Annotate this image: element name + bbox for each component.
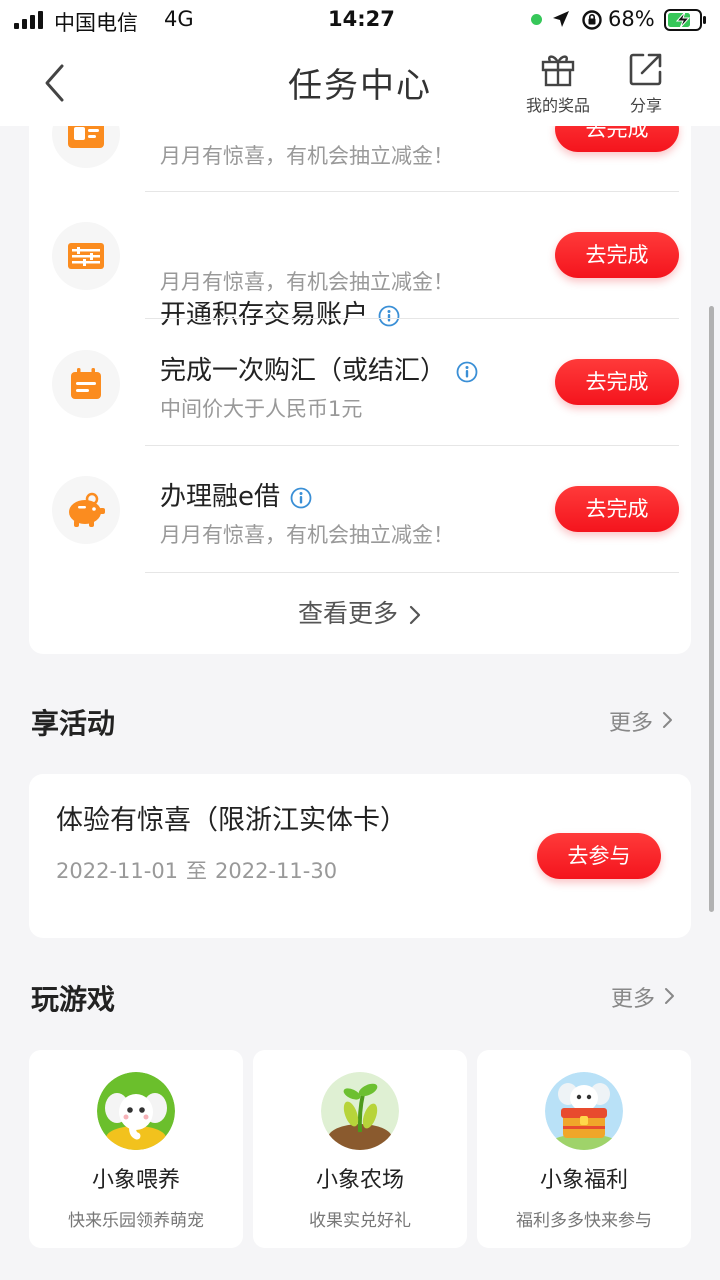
share-icon	[629, 53, 662, 86]
task-icon-bg	[52, 350, 120, 418]
calendar-icon	[71, 368, 101, 399]
task-title-text: 办理融e借	[160, 482, 280, 512]
elephant-feeding-avatar	[97, 1072, 175, 1150]
task-title: 开通积存交易账户	[160, 294, 400, 331]
chevron-right-icon	[409, 605, 421, 625]
activities-section-title: 享活动	[31, 707, 116, 740]
task-icon-bg	[52, 222, 120, 290]
scrollbar[interactable]	[709, 306, 714, 912]
divider	[145, 572, 679, 573]
battery-charging-icon	[664, 9, 706, 31]
info-icon[interactable]	[456, 361, 478, 383]
rotation-lock-icon	[582, 10, 602, 30]
task-title-text: 开通积存交易账户	[160, 300, 369, 330]
network-type: 4G	[164, 7, 194, 31]
game-description: 快来乐园领养萌宠	[68, 1211, 204, 1231]
elephant-farm-avatar	[321, 1072, 399, 1150]
divider	[145, 445, 679, 446]
task-complete-button[interactable]: 去完成	[555, 486, 679, 532]
my-prizes-button[interactable]: 我的奖品	[518, 50, 598, 116]
task-complete-button[interactable]: 去完成	[555, 359, 679, 405]
task-description: 月月有惊喜，有机会抽立减金！	[160, 144, 454, 168]
battery-percent: 68%	[608, 7, 655, 31]
share-button[interactable]: 分享	[606, 50, 686, 116]
info-icon[interactable]	[378, 305, 400, 327]
activities-more-link[interactable]: 更多	[609, 705, 673, 737]
activity-card[interactable]: 体验有惊喜（限浙江实体卡） 2022-11-01 至 2022-11-30 去参与	[29, 774, 691, 938]
my-prizes-label: 我的奖品	[525, 96, 590, 115]
navigation-bar: 任务中心 我的奖品 分享	[0, 40, 720, 126]
game-card-welfare[interactable]: 小象福利 福利多多快来参与	[477, 1050, 691, 1248]
task-description: 月月有惊喜，有机会抽立减金！	[160, 523, 454, 547]
task-icon-bg	[52, 476, 120, 544]
game-name: 小象喂养	[91, 1168, 180, 1193]
task-title: 完成一次购汇（或结汇）	[160, 350, 478, 387]
divider	[145, 318, 679, 319]
carrier-name: 中国电信	[54, 11, 138, 35]
task-description: 月月有惊喜，有机会抽立减金！	[160, 270, 454, 294]
games-more-link[interactable]: 更多	[611, 981, 675, 1013]
activity-title: 体验有惊喜（限浙江实体卡）	[56, 805, 407, 836]
game-name: 小象农场	[315, 1168, 404, 1193]
task-title: 办理融e借	[160, 476, 312, 513]
game-description: 福利多多快来参与	[516, 1211, 652, 1231]
task-title-text: 完成一次购汇（或结汇）	[160, 356, 447, 386]
activity-start-date: 2022-11-01	[56, 859, 179, 883]
game-card-farm[interactable]: 小象农场 收果实兑好礼	[253, 1050, 467, 1248]
gift-icon	[541, 55, 575, 87]
signal-icon	[14, 11, 43, 29]
piggy-bank-icon	[69, 492, 105, 527]
task-complete-button[interactable]: 去完成	[555, 232, 679, 278]
view-more-label: 查看更多	[298, 599, 399, 628]
task-list-card: 月月有惊喜，有机会抽立减金！ 去完成 开通积存交易账户 月月有惊喜，有机会抽立减…	[29, 70, 691, 654]
join-activity-button[interactable]: 去参与	[537, 833, 661, 879]
chevron-right-icon	[663, 712, 673, 728]
game-name: 小象福利	[539, 1168, 628, 1193]
activity-end-date: 2022-11-30	[215, 859, 338, 883]
games-section-title: 玩游戏	[31, 983, 116, 1016]
location-icon	[553, 11, 569, 27]
share-label: 分享	[629, 96, 662, 115]
privacy-indicator-dot	[531, 14, 542, 25]
task-description: 中间价大于人民币1元	[160, 397, 363, 421]
more-label: 更多	[609, 711, 654, 736]
game-description: 收果实兑好礼	[309, 1211, 411, 1231]
activity-date-range: 2022-11-01 至 2022-11-30	[56, 855, 337, 885]
status-bar: 中国电信 4G 14:27 68%	[0, 0, 720, 40]
chevron-right-icon	[665, 988, 675, 1004]
more-label: 更多	[611, 987, 656, 1012]
view-more-tasks-link[interactable]: 查看更多	[29, 594, 691, 630]
info-icon[interactable]	[290, 487, 312, 509]
abacus-icon	[68, 243, 104, 269]
clock: 14:27	[328, 7, 395, 31]
elephant-welfare-avatar	[545, 1072, 623, 1150]
date-separator: 至	[186, 859, 208, 883]
game-card-feeding[interactable]: 小象喂养 快来乐园领养萌宠	[29, 1050, 243, 1248]
